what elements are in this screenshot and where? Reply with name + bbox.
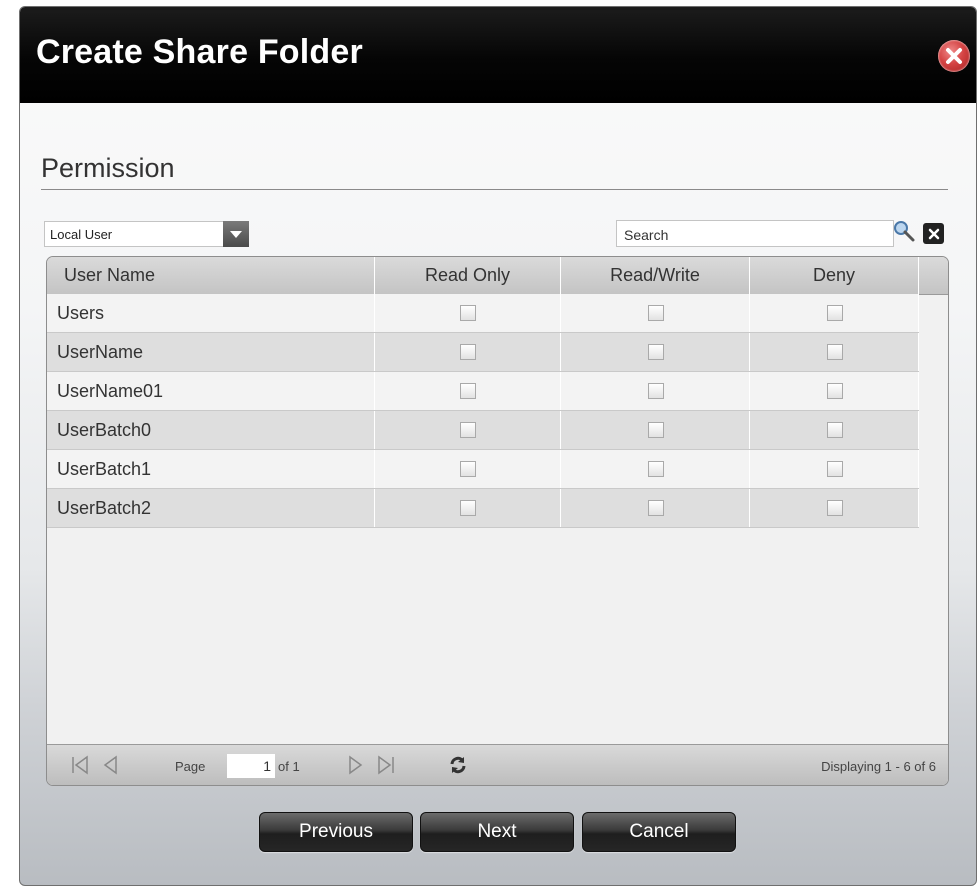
clear-icon: [928, 228, 939, 239]
column-header-deny[interactable]: Deny: [750, 257, 919, 294]
user-name-cell: Users: [47, 294, 375, 332]
dialog-title: Create Share Folder: [36, 33, 363, 71]
read-write-checkbox[interactable]: [647, 305, 664, 321]
user-name-cell: UserName01: [47, 372, 375, 410]
read-only-cell: [375, 372, 561, 410]
table-row[interactable]: UserBatch2: [47, 489, 919, 528]
deny-cell: [750, 450, 919, 488]
user-name-cell: UserBatch0: [47, 411, 375, 449]
cancel-button[interactable]: Cancel: [582, 812, 736, 852]
table-header: User Name Read Only Read/Write Deny: [47, 257, 948, 295]
deny-cell: [750, 489, 919, 527]
search-icon[interactable]: [892, 219, 916, 243]
first-page-icon[interactable]: [69, 754, 91, 776]
deny-checkbox[interactable]: [826, 422, 843, 438]
read-write-checkbox[interactable]: [647, 383, 664, 399]
read-write-checkbox[interactable]: [647, 500, 664, 516]
read-only-checkbox[interactable]: [460, 383, 476, 399]
search-placeholder: Search: [624, 227, 669, 243]
column-header-user-name[interactable]: User Name: [47, 257, 375, 294]
dropdown-button[interactable]: [223, 221, 249, 247]
read-write-cell: [561, 489, 750, 527]
close-icon: [946, 48, 962, 64]
deny-checkbox[interactable]: [826, 500, 843, 516]
deny-checkbox[interactable]: [826, 305, 843, 321]
read-only-checkbox[interactable]: [460, 305, 476, 321]
column-header-read-only[interactable]: Read Only: [375, 257, 561, 294]
table-row[interactable]: UserBatch0: [47, 411, 919, 450]
read-write-cell: [561, 372, 750, 410]
deny-cell: [750, 411, 919, 449]
last-page-icon[interactable]: [375, 754, 397, 776]
page-count-label: of 1: [278, 759, 300, 774]
next-page-icon[interactable]: [345, 754, 367, 776]
deny-cell: [750, 333, 919, 371]
table-row[interactable]: UserName: [47, 333, 919, 372]
pagination-bar: Page 1 of 1 Displaying 1 - 6 of 6: [47, 744, 948, 785]
deny-checkbox[interactable]: [826, 461, 843, 477]
create-share-folder-dialog: Create Share Folder Permission Local Use…: [19, 6, 977, 886]
read-only-cell: [375, 294, 561, 332]
section-divider: [41, 189, 948, 190]
previous-button[interactable]: Previous: [259, 812, 413, 852]
read-write-checkbox[interactable]: [647, 422, 664, 438]
displaying-info: Displaying 1 - 6 of 6: [821, 759, 936, 774]
user-type-value: Local User: [50, 227, 113, 242]
search-input[interactable]: Search: [616, 220, 894, 247]
read-only-checkbox[interactable]: [460, 461, 476, 477]
page-label: Page: [175, 759, 206, 774]
read-write-checkbox[interactable]: [647, 461, 664, 477]
read-only-cell: [375, 333, 561, 371]
user-type-select[interactable]: Local User: [44, 221, 249, 247]
read-write-cell: [561, 333, 750, 371]
refresh-icon[interactable]: [447, 754, 469, 776]
deny-checkbox[interactable]: [826, 383, 843, 399]
clear-search-button[interactable]: [923, 223, 944, 244]
read-only-cell: [375, 411, 561, 449]
deny-cell: [750, 294, 919, 332]
dialog-titlebar: Create Share Folder: [20, 7, 976, 103]
user-name-cell: UserBatch2: [47, 489, 375, 527]
read-only-cell: [375, 450, 561, 488]
user-name-cell: UserBatch1: [47, 450, 375, 488]
deny-checkbox[interactable]: [826, 344, 843, 360]
permission-table: User Name Read Only Read/Write Deny User…: [46, 256, 949, 786]
table-row[interactable]: UserBatch1: [47, 450, 919, 489]
table-row[interactable]: UserName01: [47, 372, 919, 411]
read-write-cell: [561, 294, 750, 332]
section-title: Permission: [41, 153, 175, 183]
chevron-down-icon: [230, 231, 242, 238]
read-only-checkbox[interactable]: [460, 422, 476, 438]
table-row[interactable]: Users: [47, 294, 919, 333]
read-write-cell: [561, 450, 750, 488]
column-header-read-write[interactable]: Read/Write: [561, 257, 750, 294]
close-button[interactable]: [938, 40, 970, 72]
read-only-checkbox[interactable]: [460, 344, 476, 360]
read-write-checkbox[interactable]: [647, 344, 664, 360]
user-name-cell: UserName: [47, 333, 375, 371]
page-number-input[interactable]: 1: [227, 754, 275, 778]
read-only-cell: [375, 489, 561, 527]
read-only-checkbox[interactable]: [460, 500, 476, 516]
read-write-cell: [561, 411, 750, 449]
next-button[interactable]: Next: [420, 812, 574, 852]
prev-page-icon[interactable]: [99, 754, 121, 776]
deny-cell: [750, 372, 919, 410]
